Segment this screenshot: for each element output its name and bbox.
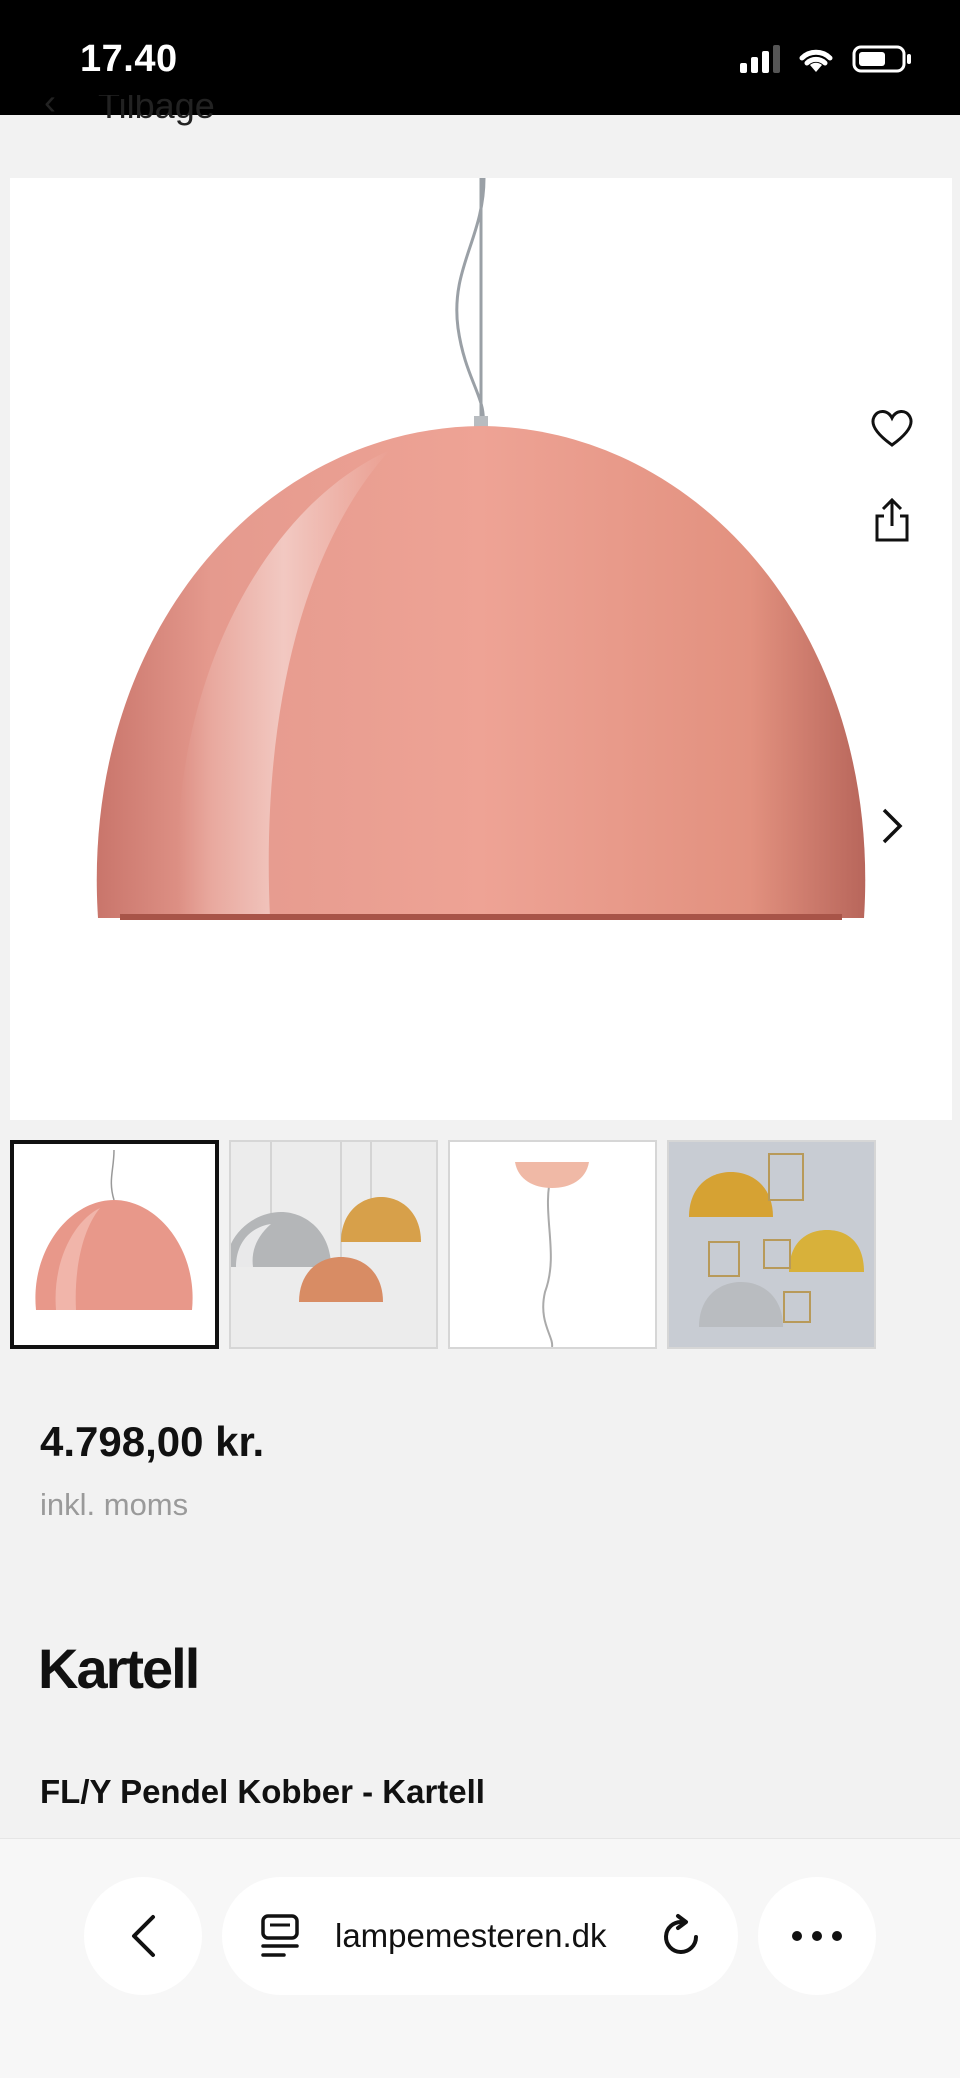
browser-toolbar: lampemesteren.dk bbox=[0, 1838, 960, 2078]
heart-icon[interactable] bbox=[862, 398, 922, 458]
url-text: lampemesteren.dk bbox=[335, 1917, 607, 1954]
share-icon[interactable] bbox=[862, 490, 922, 550]
product-image[interactable] bbox=[10, 177, 952, 1120]
reader-mode-icon[interactable] bbox=[260, 1913, 300, 1959]
pendant-lamp-image bbox=[96, 177, 866, 920]
thumbnail-strip bbox=[10, 1140, 876, 1349]
brand-logo[interactable]: Kartell bbox=[38, 1636, 200, 1701]
product-price: 4.798,00 kr. bbox=[40, 1418, 265, 1465]
product-title: FL/Y Pendel Kobber - Kartell bbox=[40, 1773, 485, 1810]
chevron-left-icon bbox=[132, 1915, 155, 1957]
address-bar[interactable]: lampemesteren.dk bbox=[222, 1877, 738, 1995]
status-icons bbox=[740, 44, 912, 74]
reload-icon[interactable] bbox=[660, 1913, 704, 1959]
back-label: Tilbage bbox=[98, 95, 215, 126]
status-time: 17.40 bbox=[80, 38, 178, 80]
thumbnail-3[interactable] bbox=[448, 1140, 657, 1349]
wifi-icon bbox=[799, 49, 833, 72]
battery-icon bbox=[852, 45, 911, 73]
signal-icon bbox=[740, 45, 780, 73]
thumbnail-4[interactable] bbox=[667, 1140, 876, 1349]
thumbnail-2[interactable] bbox=[229, 1140, 438, 1349]
back-link[interactable]: ‹ Tilbage bbox=[0, 95, 960, 135]
chevron-left-icon: ‹ bbox=[44, 95, 56, 122]
browser-back-button[interactable] bbox=[84, 1877, 202, 1995]
thumbnail-1[interactable] bbox=[10, 1140, 219, 1349]
more-options-button[interactable] bbox=[758, 1877, 876, 1995]
vat-note: inkl. moms bbox=[40, 1487, 189, 1522]
chevron-right-icon[interactable] bbox=[862, 796, 922, 856]
ellipsis-icon bbox=[792, 1931, 842, 1941]
